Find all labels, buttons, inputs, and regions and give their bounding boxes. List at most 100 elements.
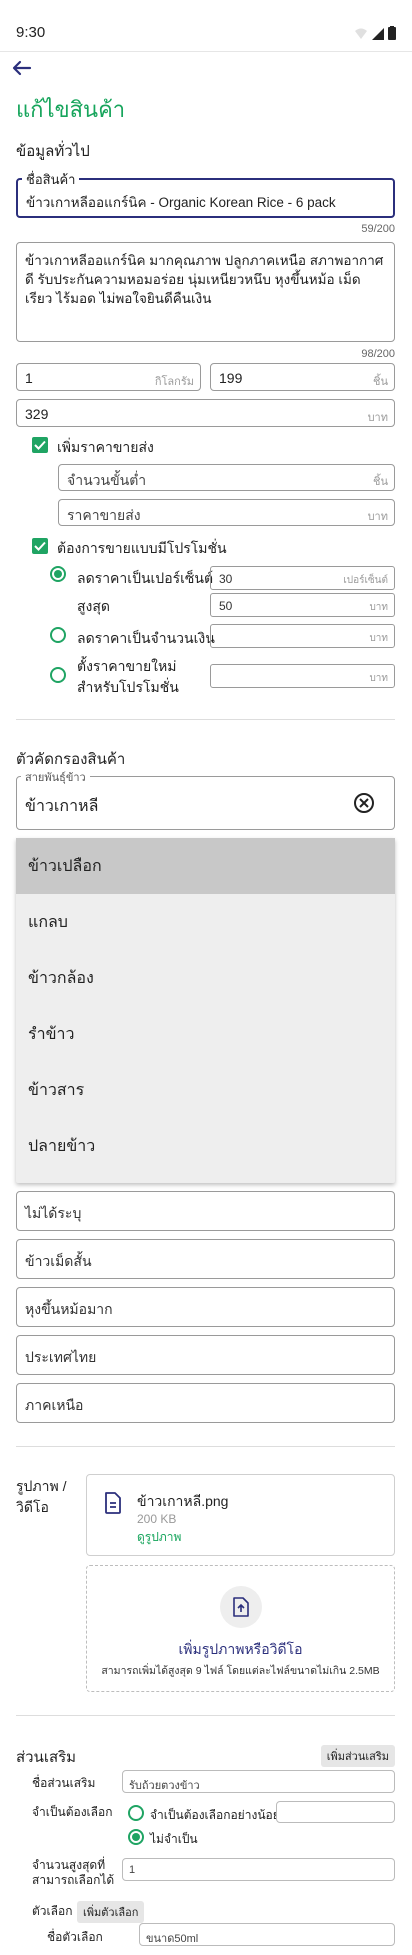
min-qty-unit: ชิ้น	[373, 476, 388, 488]
battery-icon	[388, 26, 396, 40]
amount-label: ลดราคาเป็นจำนวนเงิน	[77, 630, 215, 646]
media-label-2: วิดีโอ	[16, 1499, 49, 1515]
divider	[16, 1446, 395, 1447]
newprice-field[interactable]: บาท	[210, 664, 395, 688]
stock-value: 199	[219, 370, 243, 386]
product-name-value: ข้าวเกาหลีออแกร์นิค - Organic Korean Ric…	[26, 195, 336, 210]
addon-name-label: ชื่อส่วนเสริม	[32, 1776, 96, 1790]
newprice-radio[interactable]	[50, 667, 66, 683]
product-name-label: ชื่อสินค้า	[22, 169, 80, 190]
wholesale-price-placeholder: ราคาขายส่ง	[67, 507, 141, 523]
wholesale-price-unit: บาท	[367, 511, 388, 523]
wholesale-checkbox[interactable]	[32, 437, 48, 453]
max-field[interactable]: 50 บาท	[210, 593, 395, 617]
choice-name-label: ชื่อตัวเลือก	[47, 1930, 103, 1944]
amount-field[interactable]: บาท	[210, 624, 395, 648]
product-name-counter: 59/200	[361, 223, 395, 235]
status-bar: 9:30	[0, 0, 412, 50]
arrow-left-icon	[12, 60, 32, 76]
upload-area[interactable]: เพิ่มรูปภาพหรือวิดีโอ สามารถเพิ่มได้สูงส…	[86, 1565, 395, 1692]
general-section-title: ข้อมูลทั่วไป	[16, 143, 90, 160]
description-counter: 98/200	[361, 348, 395, 360]
choice-name-field[interactable]: ขนาด50ml	[139, 1923, 395, 1946]
product-name-field[interactable]: ชื่อสินค้า ข้าวเกาหลีออแกร์นิค - Organic…	[16, 169, 395, 218]
max-label: สูงสุด	[77, 598, 111, 614]
filter-field[interactable]: ข้าวเม็ดสั้น	[16, 1239, 395, 1279]
dropdown-option[interactable]: ข้าวสาร	[16, 1062, 395, 1118]
filter-value: หุงขึ้นหม้อมาก	[25, 1301, 113, 1317]
dropdown-option[interactable]: แกลบ	[16, 894, 395, 950]
max-unit: บาท	[369, 602, 388, 613]
newprice-label-2: สำหรับโปรโมชั่น	[77, 679, 179, 695]
filter-value: ประเทศไทย	[25, 1349, 97, 1365]
wholesale-price-field[interactable]: ราคาขายส่ง บาท	[58, 499, 395, 526]
dropdown-option[interactable]: รำข้าว	[16, 1006, 395, 1062]
back-button[interactable]	[12, 56, 40, 80]
filter-field[interactable]: หุงขึ้นหม้อมาก	[16, 1287, 395, 1327]
addons-section-title: ส่วนเสริม	[16, 1749, 77, 1766]
required-label: จำเป็นต้องเลือก	[32, 1805, 113, 1819]
add-choice-button[interactable]: เพิ่มตัวเลือก	[77, 1901, 145, 1923]
price-unit: บาท	[367, 412, 388, 424]
min-qty-placeholder: จำนวนขั้นต่ำ	[67, 472, 147, 488]
variety-label: สายพันธ์ุข้าว	[21, 768, 90, 786]
required-min-field[interactable]	[276, 1801, 395, 1823]
signal-icon	[372, 28, 384, 40]
amount-radio[interactable]	[50, 627, 66, 643]
dropdown-option[interactable]: ปลายข้าว	[16, 1118, 395, 1174]
percent-field[interactable]: 30 เปอร์เซ็นต์	[210, 566, 395, 590]
min-qty-field[interactable]: จำนวนขั้นต่ำ ชิ้น	[58, 464, 395, 491]
wholesale-label: เพิ่มราคาขายส่ง	[57, 439, 154, 455]
not-required-label: ไม่จำเป็น	[150, 1832, 198, 1846]
price-value: 329	[25, 406, 49, 422]
view-image-link[interactable]: ดูรูปภาพ	[137, 1528, 181, 1547]
price-field[interactable]: 329 บาท	[16, 399, 395, 427]
variety-select[interactable]: สายพันธ์ุข้าว ข้าวเกาหลี	[16, 768, 395, 830]
page-title: แก้ไขสินค้า	[16, 97, 126, 122]
choice-name-value: ขนาด50ml	[146, 1933, 199, 1945]
filter-value: ไม่ได้ระบุ	[25, 1205, 82, 1221]
check-icon	[34, 541, 46, 551]
upload-title: เพิ่มรูปภาพหรือวิดีโอ	[178, 1641, 303, 1657]
amount-unit: บาท	[369, 633, 388, 644]
file-icon	[105, 1492, 121, 1514]
addon-name-field[interactable]: รับถ้วยตวงข้าว	[122, 1770, 395, 1793]
filter-field[interactable]: ไม่ได้ระบุ	[16, 1191, 395, 1231]
file-size: 200 KB	[137, 1512, 177, 1526]
newprice-label-1: ตั้งราคาขายใหม่	[77, 658, 177, 674]
filter-field[interactable]: ภาคเหนือ	[16, 1383, 395, 1423]
variety-value: ข้าวเกาหลี	[25, 798, 99, 815]
file-name: ข้าวเกาหลี.png	[137, 1493, 229, 1509]
max-value: 50	[219, 599, 233, 613]
stock-field[interactable]: 199 ชิ้น	[210, 363, 395, 391]
topbar-divider	[0, 51, 412, 52]
dropdown-option[interactable]: ข้าวกล้อง	[16, 950, 395, 1006]
upload-icon-wrap	[220, 1586, 262, 1628]
promotion-label: ต้องการขายแบบมีโปรโมชั่น	[57, 540, 227, 556]
description-field[interactable]: ข้าวเกาหลีออแกร์นิค มากคุณภาพ ปลูกภาคเหน…	[16, 242, 395, 342]
filter-value: ข้าวเม็ดสั้น	[25, 1253, 92, 1269]
choices-label: ตัวเลือก	[32, 1904, 73, 1918]
max-select-field[interactable]: 1	[122, 1858, 395, 1881]
variety-dropdown: ข้าวเปลือก แกลบ ข้าวกล้อง รำข้าว ข้าวสาร…	[16, 838, 395, 1183]
circle-x-icon[interactable]	[353, 792, 375, 814]
status-time: 9:30	[16, 24, 46, 41]
required-min-radio[interactable]	[128, 1805, 144, 1821]
promotion-checkbox[interactable]	[32, 538, 48, 554]
check-icon	[34, 440, 46, 450]
weight-field[interactable]: 1 กิโลกรัม	[16, 363, 201, 391]
max-select-label-2: สามารถเลือกได้	[32, 1873, 115, 1887]
stock-unit: ชิ้น	[373, 376, 388, 388]
not-required-radio[interactable]	[128, 1829, 144, 1845]
divider	[16, 719, 395, 720]
max-select-value: 1	[129, 1864, 136, 1876]
media-file-card: ข้าวเกาหลี.png 200 KB ดูรูปภาพ	[86, 1474, 395, 1556]
upload-icon	[233, 1597, 249, 1617]
dropdown-option[interactable]: ข้าวเปลือก	[16, 838, 395, 894]
filter-field[interactable]: ประเทศไทย	[16, 1335, 395, 1375]
media-label-1: รูปภาพ /	[16, 1478, 67, 1494]
percent-unit: เปอร์เซ็นต์	[343, 575, 388, 586]
percent-radio[interactable]	[50, 566, 66, 582]
wifi-icon	[355, 28, 367, 39]
add-addon-button[interactable]: เพิ่มส่วนเสริม	[320, 1745, 395, 1767]
